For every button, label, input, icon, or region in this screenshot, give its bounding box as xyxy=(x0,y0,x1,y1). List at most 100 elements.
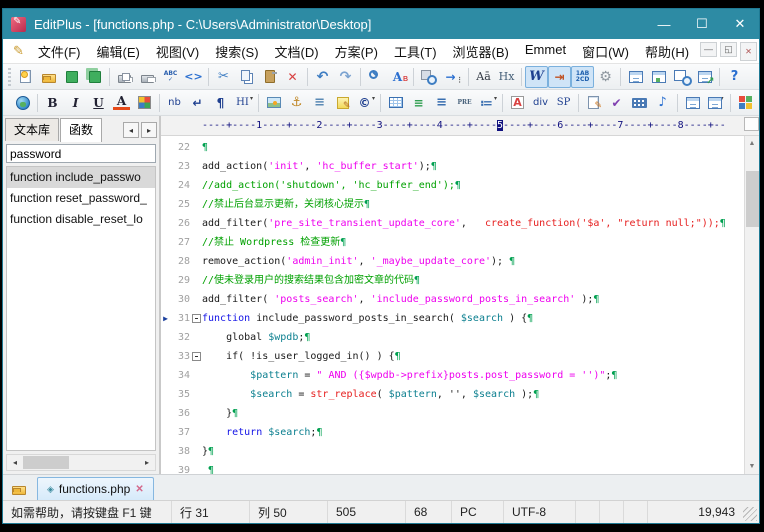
menu-document[interactable]: 文档(D) xyxy=(267,40,327,63)
table-tag-button[interactable] xyxy=(384,92,407,114)
non-breaking-space-button[interactable]: nb xyxy=(163,92,186,114)
menu-help[interactable]: 帮助(H) xyxy=(637,40,697,63)
mdi-close-button[interactable]: ✕ xyxy=(740,42,757,61)
script-tag-button[interactable]: ✔ xyxy=(605,92,628,114)
vscrollbar-thumb[interactable] xyxy=(746,171,759,227)
print-button[interactable] xyxy=(136,66,159,88)
open-file-button[interactable] xyxy=(37,66,60,88)
document-template-button[interactable] xyxy=(670,66,693,88)
word-wrap-button[interactable]: W xyxy=(525,66,548,88)
code-text[interactable]: //使未登录用户的搜索结果包含加密文章的代码¶ xyxy=(202,271,744,290)
code-text[interactable]: global $wpdb;¶ xyxy=(202,328,744,347)
hex-viewer-button[interactable]: Hx xyxy=(495,66,518,88)
tab-close-icon[interactable]: ✕ xyxy=(135,484,143,495)
menu-tools[interactable]: 工具(T) xyxy=(386,40,445,63)
go-to-line-button[interactable]: →⋮ xyxy=(440,66,465,88)
underline-button[interactable]: U xyxy=(87,92,110,114)
italic-button[interactable]: I xyxy=(64,92,87,114)
code-text[interactable]: remove_action('admin_init', '_maybe_upda… xyxy=(202,252,744,271)
line-numbers-button[interactable]: 1AB 2CD xyxy=(571,66,594,88)
resize-grip[interactable] xyxy=(743,507,757,521)
code-text[interactable]: //禁止后台显示更新，关闭核心提示¶ xyxy=(202,195,744,214)
tab-cliptext[interactable]: 文本库 xyxy=(5,118,59,141)
paragraph-tag-button[interactable]: ¶ xyxy=(209,92,232,114)
div-tag-button[interactable]: div xyxy=(529,92,552,114)
code-text[interactable]: add_filter('pre_site_transient_update_co… xyxy=(202,214,744,233)
document-tab-functions-php[interactable]: ◈ functions.php ✕ xyxy=(37,477,154,500)
paste-button[interactable] xyxy=(258,66,281,88)
font-tag-button[interactable]: A xyxy=(506,92,529,114)
toolbar-grip[interactable] xyxy=(8,68,11,86)
preferences-button[interactable]: ⚙ xyxy=(594,66,617,88)
scroll-left-icon[interactable]: ◂ xyxy=(7,458,23,467)
copy-button[interactable] xyxy=(235,66,258,88)
delete-button[interactable]: ✕ xyxy=(281,66,304,88)
spell-check-button[interactable]: ABC ✓ xyxy=(159,66,182,88)
function-list-item[interactable]: function include_passwo xyxy=(7,167,155,188)
form-tag-button[interactable] xyxy=(582,92,605,114)
function-filter-input[interactable] xyxy=(6,144,156,163)
print-preview-button[interactable] xyxy=(113,66,136,88)
code-text[interactable]: function include_password_posts_in_searc… xyxy=(202,309,744,328)
code-text[interactable]: //禁止 Wordpress 检查更新¶ xyxy=(202,233,744,252)
show-indent-guide-button[interactable]: ⇥ xyxy=(548,66,571,88)
bold-button[interactable]: B xyxy=(41,92,64,114)
font-color-button[interactable]: A xyxy=(110,92,133,114)
mdi-restore-button[interactable]: ◱ xyxy=(720,42,737,57)
menu-edit[interactable]: 编辑(E) xyxy=(89,40,148,63)
code-area[interactable]: 22¶23add_action('init', 'hc_buffer_start… xyxy=(161,136,744,474)
close-button[interactable]: ✕ xyxy=(721,9,759,39)
mdi-minimize-button[interactable]: — xyxy=(700,42,717,57)
cut-button[interactable]: ✂ xyxy=(212,66,235,88)
comment-note-button[interactable] xyxy=(331,92,354,114)
center-align-tag-button[interactable]: ≡ xyxy=(430,92,453,114)
undo-button[interactable]: ↶ xyxy=(311,66,334,88)
form-field-button[interactable] xyxy=(681,92,704,114)
find-button[interactable] xyxy=(364,66,387,88)
scrollbar-thumb[interactable] xyxy=(23,456,69,469)
menu-emmet[interactable]: Emmet xyxy=(517,40,574,63)
desktop-colors-button[interactable] xyxy=(734,92,757,114)
fold-toggle-icon[interactable] xyxy=(192,314,201,323)
view-in-browser-button[interactable] xyxy=(11,92,34,114)
tab-scroll-right-button[interactable]: ▸ xyxy=(141,122,157,138)
line-break-button[interactable]: ↵ xyxy=(186,92,209,114)
menu-window[interactable]: 窗口(W) xyxy=(574,40,637,63)
insert-image-button[interactable] xyxy=(262,92,285,114)
menu-view[interactable]: 视图(V) xyxy=(148,40,207,63)
list-tag-button[interactable]: ≔▾ xyxy=(476,92,499,114)
window-list-button[interactable] xyxy=(647,66,670,88)
find-in-files-button[interactable] xyxy=(417,66,440,88)
new-document-button[interactable] xyxy=(14,66,37,88)
color-picker-button[interactable] xyxy=(133,92,156,114)
function-list-item[interactable]: function reset_password_ xyxy=(7,188,155,209)
save-all-button[interactable] xyxy=(83,66,106,88)
code-text[interactable]: add_action('init', 'hc_buffer_start');¶ xyxy=(202,157,744,176)
tab-scroll-left-button[interactable]: ◂ xyxy=(123,122,139,138)
sound-tag-button[interactable]: ♪ xyxy=(651,92,674,114)
redo-button[interactable]: ↷ xyxy=(334,66,357,88)
fold-toggle-icon[interactable] xyxy=(192,352,201,361)
code-text[interactable]: $search = str_replace( $pattern, '', $se… xyxy=(202,385,744,404)
document-list-button[interactable] xyxy=(624,66,647,88)
scroll-down-icon[interactable]: ▼ xyxy=(745,459,759,474)
code-text[interactable]: ¶ xyxy=(202,461,744,474)
maximize-button[interactable]: ☐ xyxy=(683,9,721,39)
code-text[interactable]: }¶ xyxy=(202,404,744,423)
document-folder-button[interactable] xyxy=(7,477,31,499)
media-tag-button[interactable] xyxy=(628,92,651,114)
table-row-tag-button[interactable]: ≡ xyxy=(407,92,430,114)
code-text[interactable]: add_filter( 'posts_search', 'include_pas… xyxy=(202,290,744,309)
heading-tag-button[interactable]: HI▾ xyxy=(232,92,255,114)
tab-functions[interactable]: 函数 xyxy=(60,118,102,142)
toggle-fullwidth-button[interactable]: Aā xyxy=(472,66,495,88)
horizontal-rule-button[interactable]: ≡ xyxy=(308,92,331,114)
scroll-right-icon[interactable]: ▸ xyxy=(139,458,155,467)
anchor-tag-button[interactable]: ⚓ xyxy=(285,92,308,114)
code-text[interactable]: //add_action('shutdown', 'hc_buffer_end'… xyxy=(202,176,744,195)
html-tag-select-button[interactable]: <> xyxy=(182,66,205,88)
vertical-scrollbar[interactable]: ▲ ▼ xyxy=(744,136,759,474)
open-in-new-window-button[interactable] xyxy=(693,66,716,88)
sidebar-horizontal-scrollbar[interactable]: ◂ ▸ xyxy=(6,454,156,471)
special-character-button[interactable]: ©▾ xyxy=(354,92,377,114)
